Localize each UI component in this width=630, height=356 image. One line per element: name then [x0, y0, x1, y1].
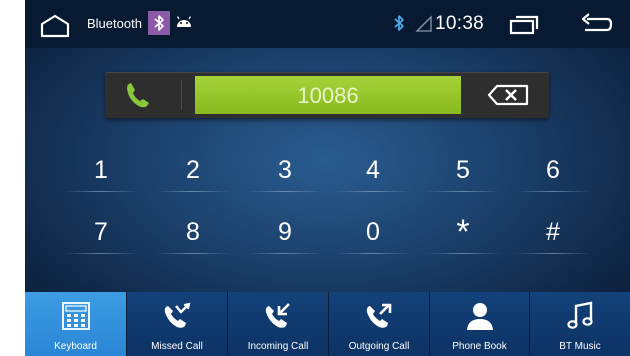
- missed-call-icon: [164, 302, 191, 328]
- tab-label: Outgoing Call: [348, 341, 410, 352]
- tab-label: Phone Book: [452, 341, 507, 352]
- bluetooth-status-icon: [394, 15, 404, 31]
- signal-icon: [415, 15, 432, 32]
- key-7[interactable]: 7: [63, 210, 139, 254]
- dial-bar: 10086: [105, 72, 549, 118]
- key-8[interactable]: 8: [155, 210, 231, 254]
- bluetooth-icon: [154, 15, 164, 31]
- tab-incoming-call[interactable]: Incoming Call: [228, 292, 329, 356]
- key-0[interactable]: 0: [335, 210, 411, 254]
- incoming-call-icon: [265, 303, 290, 328]
- back-icon[interactable]: [579, 11, 613, 37]
- tab-missed-call[interactable]: Missed Call: [127, 292, 228, 356]
- tab-phone-book[interactable]: Phone Book: [430, 292, 530, 356]
- tab-label: Missed Call: [151, 341, 203, 352]
- backspace-icon[interactable]: [481, 78, 535, 112]
- tab-outgoing-call[interactable]: Outgoing Call: [329, 292, 430, 356]
- key-2[interactable]: 2: [155, 148, 231, 192]
- tab-label: Keyboard: [54, 341, 97, 352]
- bluetooth-badge: [148, 11, 170, 35]
- status-bar: Bluetooth 10:38: [25, 0, 630, 48]
- key-hash[interactable]: #: [515, 210, 591, 254]
- divider: [181, 80, 182, 110]
- keypad-icon: [61, 302, 90, 330]
- tab-bt-music[interactable]: BT Music: [530, 292, 630, 356]
- keypad: 1 2 3 4 5 6 7 8 9 0 * #: [63, 148, 603, 268]
- key-9[interactable]: 9: [247, 210, 323, 254]
- dialed-number-display: 10086: [195, 76, 461, 114]
- phone-icon[interactable]: [105, 72, 175, 118]
- key-4[interactable]: 4: [335, 148, 411, 192]
- home-icon[interactable]: [39, 13, 71, 39]
- key-5[interactable]: 5: [425, 148, 501, 192]
- key-3[interactable]: 3: [247, 148, 323, 192]
- bottom-nav: Keyboard Missed Call Incoming Call Outgo…: [25, 292, 630, 356]
- contact-icon: [466, 303, 493, 330]
- android-icon: [176, 16, 192, 27]
- tab-label: Incoming Call: [247, 341, 309, 352]
- tab-keyboard[interactable]: Keyboard: [25, 292, 127, 356]
- clock: 10:38: [435, 13, 485, 34]
- tab-label: BT Music: [559, 341, 601, 352]
- app-title: Bluetooth: [87, 16, 142, 31]
- music-note-icon: [567, 301, 593, 329]
- recent-apps-icon[interactable]: [507, 13, 541, 37]
- outgoing-call-icon: [366, 303, 392, 328]
- key-star[interactable]: *: [425, 210, 501, 254]
- key-1[interactable]: 1: [63, 148, 139, 192]
- key-6[interactable]: 6: [515, 148, 591, 192]
- screen: Bluetooth 10:38 10086 1 2 3 4 5 6 7 8 9 …: [25, 0, 630, 356]
